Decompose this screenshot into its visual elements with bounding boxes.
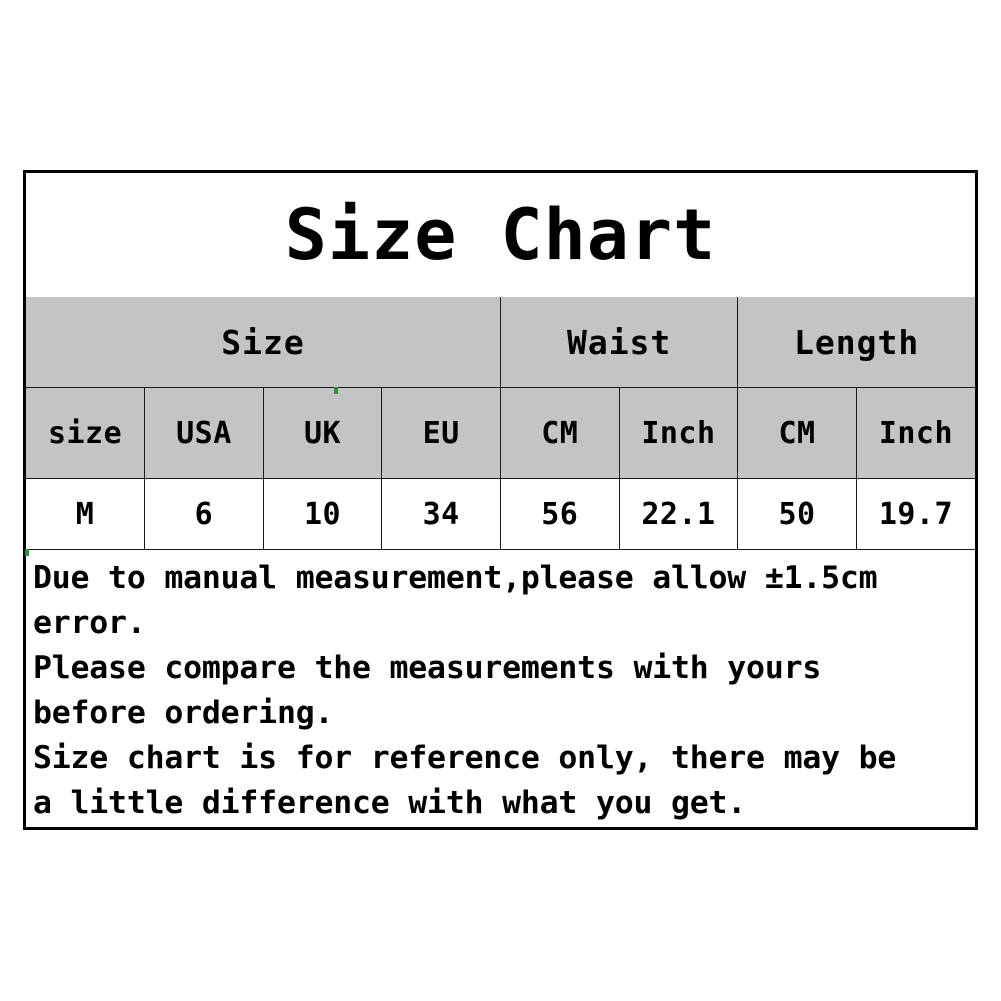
cell-size: M bbox=[26, 478, 146, 550]
title-band: Size Chart bbox=[26, 173, 975, 297]
cell-uk: 10 bbox=[262, 478, 383, 550]
scan-artifact bbox=[334, 387, 338, 394]
column-header-eu: EU bbox=[381, 387, 501, 479]
group-header-length: Length bbox=[737, 297, 975, 388]
note-line: a little difference with what you get. bbox=[33, 785, 747, 821]
note-line: Due to manual measurement,please allow ±… bbox=[33, 560, 878, 596]
note-line: error. bbox=[33, 605, 146, 641]
column-header-uk: UK bbox=[262, 387, 383, 479]
column-header-length-cm: CM bbox=[737, 387, 857, 479]
table-row: M 6 10 34 56 22.1 50 19.7 bbox=[26, 478, 975, 550]
cell-waist-cm: 56 bbox=[500, 478, 620, 550]
page-title: Size Chart bbox=[284, 194, 717, 276]
note-line: Size chart is for reference only, there … bbox=[33, 740, 897, 776]
size-chart-card: Size Chart Size Waist Length size USA UK… bbox=[23, 170, 978, 830]
cell-eu: 34 bbox=[381, 478, 501, 550]
column-header-size: size bbox=[26, 387, 146, 479]
column-header-waist-cm: CM bbox=[500, 387, 620, 479]
size-table: Size Waist Length size USA UK EU CM Inch… bbox=[26, 297, 975, 550]
cell-usa: 6 bbox=[144, 478, 264, 550]
group-header-size: Size bbox=[26, 297, 501, 388]
group-header-row: Size Waist Length bbox=[26, 297, 975, 388]
disclaimer-notes: Due to manual measurement,please allow ±… bbox=[26, 550, 975, 827]
cell-length-cm: 50 bbox=[737, 478, 857, 550]
column-header-row: size USA UK EU CM Inch CM Inch bbox=[26, 387, 975, 479]
column-header-usa: USA bbox=[144, 387, 264, 479]
cell-waist-inch: 22.1 bbox=[618, 478, 739, 550]
group-header-waist: Waist bbox=[499, 297, 739, 388]
note-line: before ordering. bbox=[33, 695, 334, 731]
note-line: Please compare the measurements with you… bbox=[33, 650, 822, 686]
column-header-waist-inch: Inch bbox=[618, 387, 739, 479]
size-chart-image: Size Chart Size Waist Length size USA UK… bbox=[0, 0, 1001, 1001]
cell-length-inch: 19.7 bbox=[855, 478, 975, 550]
column-header-length-inch: Inch bbox=[855, 387, 975, 479]
scan-artifact bbox=[25, 549, 29, 556]
